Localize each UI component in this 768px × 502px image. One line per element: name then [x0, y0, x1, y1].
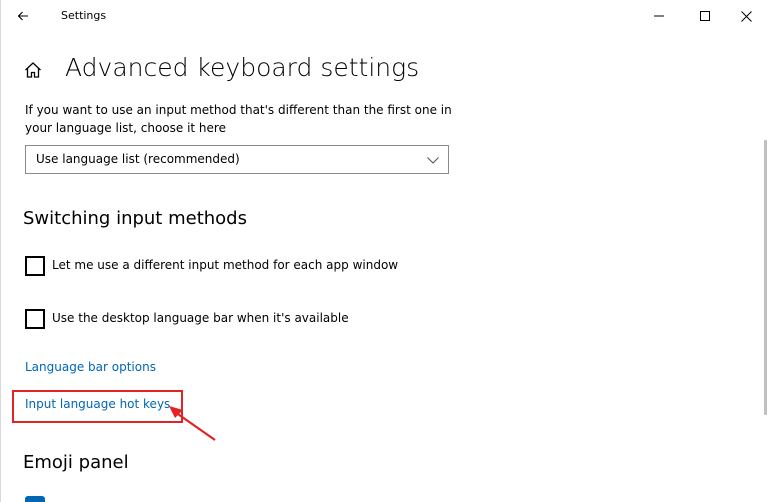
back-arrow-icon — [17, 11, 28, 21]
checkbox-label: Use the desktop language bar when it's a… — [52, 311, 349, 325]
language-bar-options-link[interactable]: Language bar options — [25, 360, 156, 374]
dropdown-selected-value: Use language list (recommended) — [36, 152, 240, 166]
maximize-icon — [700, 11, 710, 21]
vertical-scrollbar[interactable] — [763, 32, 768, 502]
minimize-icon — [654, 15, 664, 17]
switching-input-methods-heading: Switching input methods — [23, 208, 247, 229]
window-title: Settings — [61, 9, 107, 22]
emoji-panel-heading: Emoji panel — [23, 452, 129, 473]
checkbox-label: Let me use a different input method for … — [52, 258, 399, 272]
title-bar: Settings — [1, 0, 768, 32]
chevron-down-icon — [427, 157, 439, 164]
home-button[interactable] — [23, 60, 43, 80]
close-button[interactable] — [723, 0, 768, 32]
maximize-button[interactable] — [682, 0, 728, 32]
override-description: If you want to use an input method that'… — [25, 103, 452, 135]
page-title: Advanced keyboard settings — [65, 53, 420, 82]
desktop-language-bar-checkbox[interactable] — [25, 309, 45, 329]
back-button[interactable] — [8, 3, 38, 29]
minimize-button[interactable] — [636, 0, 682, 32]
input-language-hot-keys-link[interactable]: Input language hot keys — [25, 397, 170, 411]
settings-window: Settings Advanced keyboard settings If y… — [0, 0, 768, 502]
emoji-panel-control-partial[interactable] — [25, 496, 45, 502]
close-icon — [740, 10, 752, 22]
input-method-dropdown[interactable]: Use language list (recommended) — [25, 145, 449, 174]
home-icon — [25, 62, 41, 78]
per-app-input-method-checkbox[interactable] — [25, 256, 45, 276]
scrollbar-thumb[interactable] — [764, 140, 767, 415]
